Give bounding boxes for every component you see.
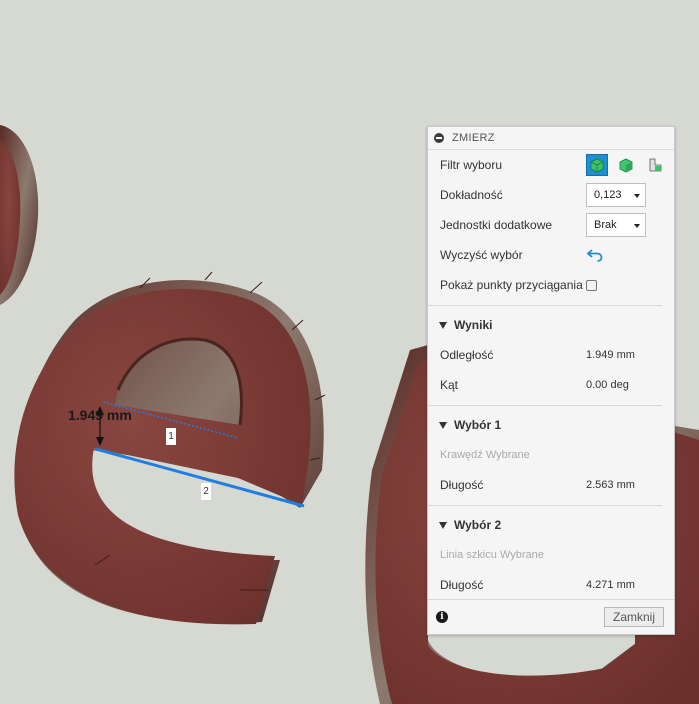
panel-header: ZMIERZ xyxy=(428,127,674,150)
face-select-icon[interactable] xyxy=(615,154,637,176)
edge-tag-1[interactable]: 1 xyxy=(166,428,176,445)
angle-label: Kąt xyxy=(440,378,459,392)
selection1-length-row: Długość 2.563 mm xyxy=(440,472,664,498)
panel-footer: i Zamknij xyxy=(428,599,674,634)
chevron-down-icon xyxy=(634,194,640,198)
distance-label: Odległość xyxy=(440,348,494,362)
info-icon[interactable]: i xyxy=(436,611,448,623)
collapse-icon[interactable] xyxy=(434,133,444,143)
secondary-units-select[interactable]: Brak xyxy=(586,213,646,237)
undo-arrow-icon[interactable] xyxy=(586,247,604,263)
selection1-length-label: Długość xyxy=(440,478,484,492)
measurement-label: 1.949 mm xyxy=(68,407,132,423)
clear-selection-row: Wyczyść wybór xyxy=(440,242,664,268)
edge-select-icon[interactable] xyxy=(644,154,666,176)
selection1-section-head[interactable]: Wybór 1 xyxy=(438,413,664,437)
chevron-down-icon xyxy=(634,224,640,228)
precision-select[interactable]: 0,123 xyxy=(586,183,646,207)
secondary-units-label: Jednostki dodatkowe xyxy=(440,218,553,232)
snap-points-label: Pokaż punkty przyciągania xyxy=(440,278,583,292)
letter-e xyxy=(14,271,326,625)
precision-row: Dokładność 0,123 xyxy=(440,182,664,208)
angle-value: 0.00 deg xyxy=(586,379,629,391)
precision-label: Dokładność xyxy=(440,188,503,202)
results-heading: Wyniki xyxy=(454,318,493,332)
divider xyxy=(428,305,662,306)
close-button[interactable]: Zamknij xyxy=(604,607,664,627)
divider xyxy=(428,405,662,406)
selection2-length-row: Długość 4.271 mm xyxy=(440,572,664,598)
panel-title: ZMIERZ xyxy=(452,132,495,144)
edge-tag-2[interactable]: 2 xyxy=(201,483,211,500)
collapse-triangle-icon xyxy=(439,521,447,529)
selection1-heading: Wybór 1 xyxy=(454,418,502,432)
distance-row: Odległość 1.949 mm xyxy=(440,342,664,368)
selection2-status-row: Linia szkicu Wybrane xyxy=(440,542,664,568)
measure-panel: ZMIERZ Filtr wyboru Dokładność 0,123 Jed… xyxy=(427,126,675,635)
collapse-triangle-icon xyxy=(439,321,447,329)
selection-filter-row: Filtr wyboru xyxy=(440,152,664,178)
body-select-icon[interactable] xyxy=(586,154,608,176)
precision-value: 0,123 xyxy=(594,189,622,201)
letter-left-partial xyxy=(0,125,39,305)
selection2-section-head[interactable]: Wybór 2 xyxy=(438,513,664,537)
selection-filter-icons xyxy=(586,154,673,176)
selection2-length-label: Długość xyxy=(440,578,484,592)
selection2-heading: Wybór 2 xyxy=(454,518,502,532)
angle-row: Kąt 0.00 deg xyxy=(440,372,664,398)
snap-points-row: Pokaż punkty przyciągania xyxy=(440,272,664,298)
secondary-units-value: Brak xyxy=(594,219,617,231)
divider xyxy=(428,505,662,506)
selection-filter-label: Filtr wyboru xyxy=(440,158,503,172)
collapse-triangle-icon xyxy=(439,421,447,429)
distance-value: 1.949 mm xyxy=(586,349,635,361)
results-section-head[interactable]: Wyniki xyxy=(438,313,664,337)
selection1-length-value: 2.563 mm xyxy=(586,479,635,491)
selection1-status-row: Krawędź Wybrane xyxy=(440,442,664,468)
selection2-length-value: 4.271 mm xyxy=(586,579,635,591)
selection1-status: Krawędź Wybrane xyxy=(440,449,530,461)
selection2-status: Linia szkicu Wybrane xyxy=(440,549,544,561)
clear-selection-label: Wyczyść wybór xyxy=(440,248,523,262)
secondary-units-row: Jednostki dodatkowe Brak xyxy=(440,212,664,238)
snap-points-checkbox[interactable] xyxy=(586,279,597,291)
